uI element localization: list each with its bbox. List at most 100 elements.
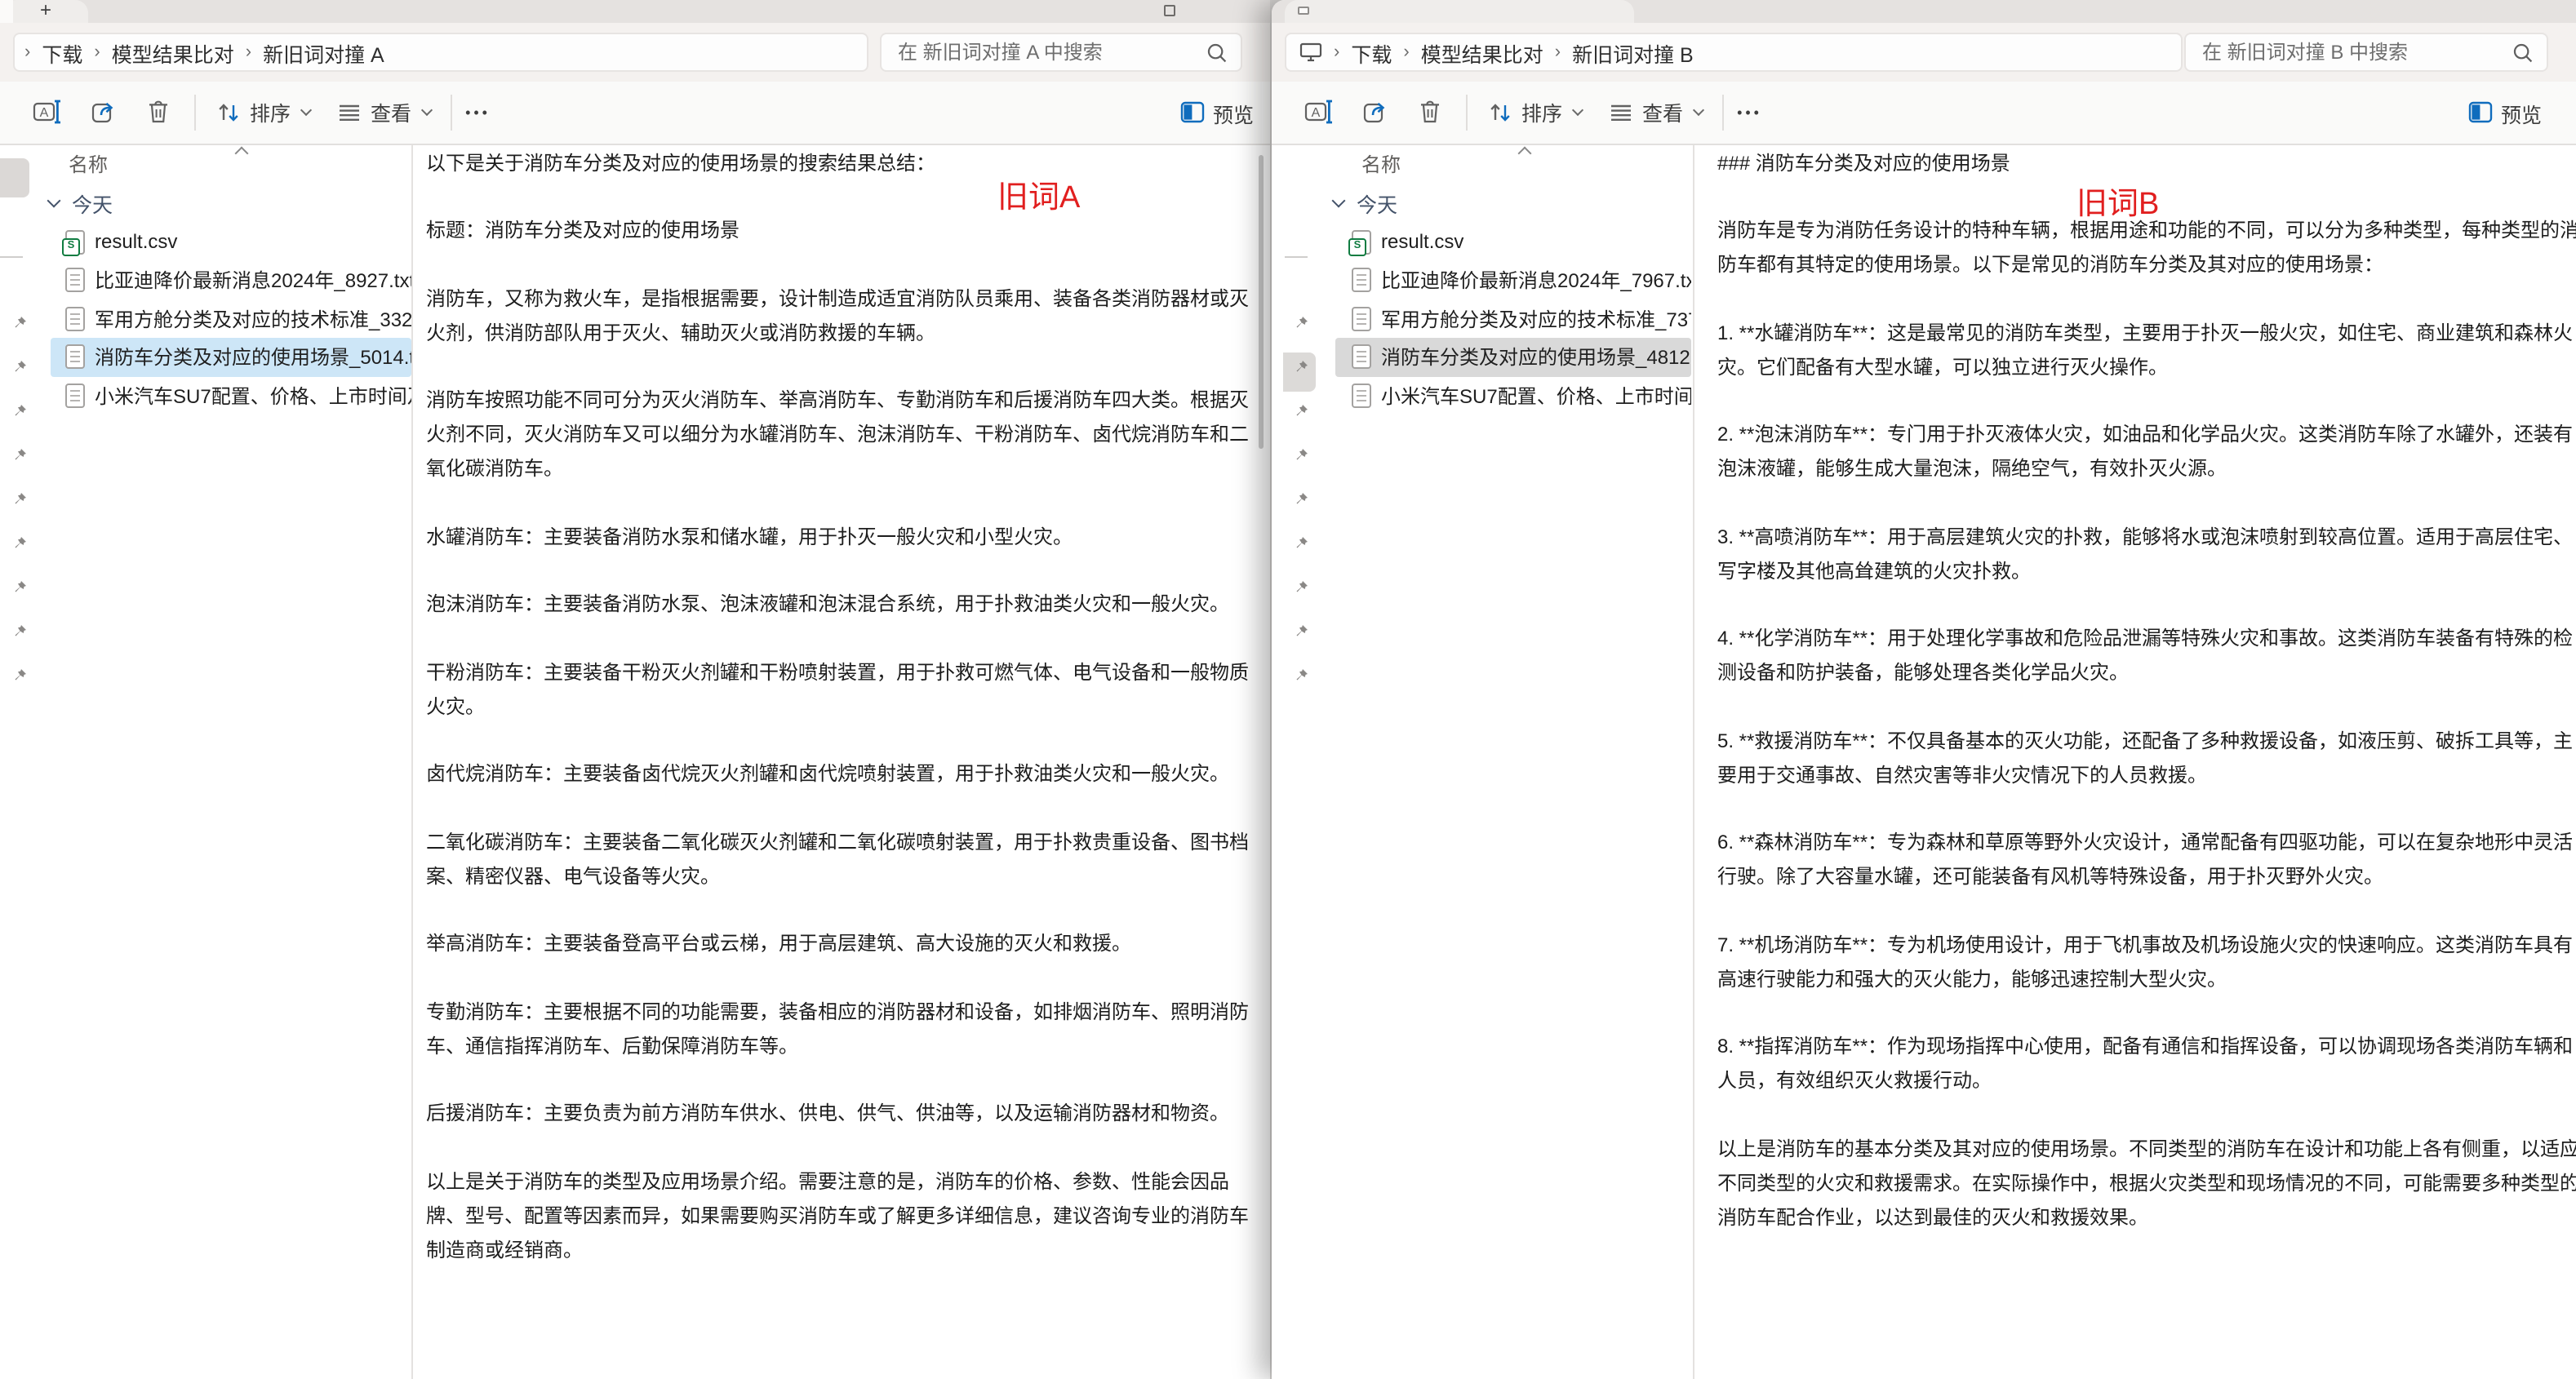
delete-button[interactable] <box>1417 99 1443 126</box>
preview-paragraph: 以下是关于消防车分类及对应的使用场景的搜索结果总结： <box>426 146 1262 180</box>
preview-pane-icon <box>2468 101 2493 124</box>
file-row-result-csv[interactable]: result.csv <box>51 223 411 261</box>
pin-icon[interactable] <box>1293 490 1309 507</box>
this-pc-icon <box>1299 42 1322 62</box>
share-button[interactable] <box>1361 99 1389 126</box>
chevron-down-icon <box>421 104 433 115</box>
preview-paragraph: ### 消防车分类及对应的使用场景 <box>1717 146 2576 180</box>
preview-text: 以下是关于消防车分类及对应的使用场景的搜索结果总结： 标题：消防车分类及对应的使… <box>413 144 1262 1267</box>
preview-paragraph: 卤代烷消防车：主要装备卤代烷灭火剂罐和卤代烷喷射装置，用于扑救油类火灾和一般火灾… <box>426 757 1262 791</box>
pin-icon[interactable] <box>1293 667 1309 683</box>
breadcrumb-item-folder-a[interactable]: 新旧词对撞 A <box>263 37 384 68</box>
preview-paragraph: 3. **高喷消防车**：用于高层建筑火灾的扑救，能够将水或泡沫喷射到较高位置。… <box>1717 520 2576 588</box>
sort-button[interactable]: 排序 <box>1487 97 1582 128</box>
pinned-items <box>1293 314 1309 683</box>
preview-paragraph: 标题：消防车分类及对应的使用场景 <box>426 214 1262 248</box>
file-row-firetruck-selected[interactable]: 消防车分类及对应的使用场景_5014.txt <box>51 338 411 376</box>
explorer-tab-b[interactable] <box>1285 0 1634 23</box>
view-button[interactable]: 查看 <box>1608 97 1703 128</box>
file-row-byd[interactable]: 比亚迪降价最新消息2024年_8927.txt <box>51 261 411 299</box>
more-options-button[interactable]: ••• <box>1737 104 1762 121</box>
txt-file-icon <box>1352 345 1371 370</box>
file-name: 消防车分类及对应的使用场景_4812.txt <box>1381 344 1691 371</box>
pin-icon[interactable] <box>11 358 28 375</box>
rename-button[interactable]: A <box>33 99 62 126</box>
sort-label: 排序 <box>1521 97 1562 128</box>
group-header-today[interactable]: 今天 <box>33 184 411 223</box>
search-input[interactable] <box>2199 39 2512 65</box>
view-button[interactable]: 查看 <box>336 97 431 128</box>
preview-paragraph: 举高消防车：主要装备登高平台或云梯，用于高层建筑、高大设施的灭火和救援。 <box>426 927 1262 961</box>
search-input[interactable] <box>895 39 1206 65</box>
breadcrumb-item-compare[interactable]: 模型结果比对 <box>112 37 234 68</box>
search-icon <box>1206 42 1228 63</box>
sort-ascending-icon <box>235 146 249 160</box>
file-row-military[interactable]: 军用方舱分类及对应的技术标准_3328.txt <box>51 299 411 338</box>
file-row-byd[interactable]: 比亚迪降价最新消息2024年_7967.txt <box>1335 261 1691 299</box>
breadcrumb-item-downloads[interactable]: 下载 <box>42 37 82 68</box>
more-options-button[interactable]: ••• <box>465 104 491 121</box>
new-tab-button[interactable]: + <box>34 0 57 23</box>
breadcrumb-item-compare[interactable]: 模型结果比对 <box>1421 37 1543 68</box>
delete-button[interactable] <box>145 99 171 126</box>
explorer-window-b: › 下载 › 模型结果比对 › 新旧词对撞 B A <box>1272 0 2576 1379</box>
scrollbar[interactable] <box>1259 154 1264 448</box>
share-icon <box>1361 99 1389 126</box>
file-name: result.csv <box>1381 231 1463 254</box>
preview-pane-b: ### 消防车分类及对应的使用场景 消防车是专为消防任务设计的特种车辆，根据用途… <box>1694 144 2576 1379</box>
preview-paragraph: 消防车，又称为救火车，是指根据需要，设计制造成适宜消防队员乘用、装备各类消防器材… <box>426 282 1262 350</box>
preview-toggle-button[interactable]: 预览 <box>2468 82 2542 144</box>
file-row-result-csv[interactable]: result.csv <box>1335 223 1691 261</box>
pin-icon[interactable] <box>11 534 28 551</box>
rename-button[interactable]: A <box>1304 99 1334 126</box>
pin-icon[interactable] <box>1293 402 1309 419</box>
content-area-a: 名称 今天 result.csv 比亚迪降价最新消息2024年_8927.txt <box>0 144 1270 1379</box>
share-button[interactable] <box>90 99 118 126</box>
pin-icon[interactable] <box>1293 446 1309 463</box>
txt-file-icon <box>65 307 85 331</box>
column-header-name[interactable]: 名称 <box>33 144 411 184</box>
breadcrumb-item-downloads[interactable]: 下载 <box>1351 37 1392 68</box>
chevron-down-icon <box>300 104 312 115</box>
file-row-military[interactable]: 军用方舱分类及对应的技术标准_7371.txt <box>1335 299 1691 338</box>
rename-icon: A <box>1304 99 1334 126</box>
sort-icon <box>1487 100 1513 126</box>
breadcrumb-item-folder-b[interactable]: 新旧词对撞 B <box>1572 37 1694 68</box>
column-header-name[interactable]: 名称 <box>1316 144 1693 184</box>
file-row-xiaomi[interactable]: 小米汽车SU7配置、价格、上市时间及优势_44... <box>1335 376 1691 415</box>
explorer-window-a: + › 下载 › 模型结果比对 › 新旧词对撞 A A <box>0 0 1270 1379</box>
file-name: result.csv <box>95 231 177 254</box>
file-name: 军用方舱分类及对应的技术标准_7371.txt <box>1381 305 1691 333</box>
preview-paragraph: 6. **森林消防车**：专为森林和草原等野外火灾设计，通常配备有四驱功能，可以… <box>1717 826 2576 894</box>
pin-icon[interactable] <box>11 446 28 463</box>
preview-paragraph: 消防车按照功能不同可分为灭火消防车、举高消防车、专勤消防车和后援消防车四大类。根… <box>426 384 1262 486</box>
preview-text: ### 消防车分类及对应的使用场景 消防车是专为消防任务设计的特种车辆，根据用途… <box>1694 144 2576 1235</box>
pin-icon[interactable] <box>11 314 28 330</box>
share-icon <box>90 99 118 126</box>
preview-paragraph: 消防车是专为消防任务设计的特种车辆，根据用途和功能的不同，可以分为多种类型，每种… <box>1717 214 2576 282</box>
pin-icon[interactable] <box>11 667 28 683</box>
file-name: 比亚迪降价最新消息2024年_7967.txt <box>1381 267 1691 295</box>
pin-icon[interactable] <box>11 402 28 419</box>
file-row-firetruck-selected[interactable]: 消防车分类及对应的使用场景_4812.txt <box>1335 338 1691 376</box>
preview-paragraph: 4. **化学消防车**：用于处理化学事故和危险品泄漏等特殊火灾和事故。这类消防… <box>1717 622 2576 690</box>
pin-icon[interactable] <box>11 579 28 595</box>
pin-icon[interactable] <box>1293 623 1309 639</box>
file-name: 消防车分类及对应的使用场景_5014.txt <box>95 344 411 371</box>
pin-icon[interactable] <box>1293 534 1309 551</box>
file-row-xiaomi[interactable]: 小米汽车SU7配置、价格、上市时间及优势_19... <box>51 376 411 415</box>
tab-bar-b <box>1272 0 2576 23</box>
pin-icon[interactable] <box>1293 579 1309 595</box>
sort-button[interactable]: 排序 <box>215 97 310 128</box>
pin-icon[interactable] <box>1293 314 1309 330</box>
pin-icon[interactable] <box>11 490 28 507</box>
preview-pane-a: 以下是关于消防车分类及对应的使用场景的搜索结果总结： 标题：消防车分类及对应的使… <box>413 144 1270 1379</box>
content-area-b: 名称 今天 result.csv 比亚迪降价最新消息2024年_7967.txt <box>1272 144 2576 1379</box>
annotation-old-word-b: 旧词B <box>2076 187 2159 223</box>
pinned-items <box>11 314 28 683</box>
txt-file-icon <box>1352 268 1371 293</box>
pin-icon[interactable] <box>11 623 28 639</box>
pin-icon[interactable] <box>1293 358 1309 375</box>
preview-toggle-button[interactable]: 预览 <box>1180 82 1254 144</box>
group-header-today[interactable]: 今天 <box>1316 184 1693 223</box>
